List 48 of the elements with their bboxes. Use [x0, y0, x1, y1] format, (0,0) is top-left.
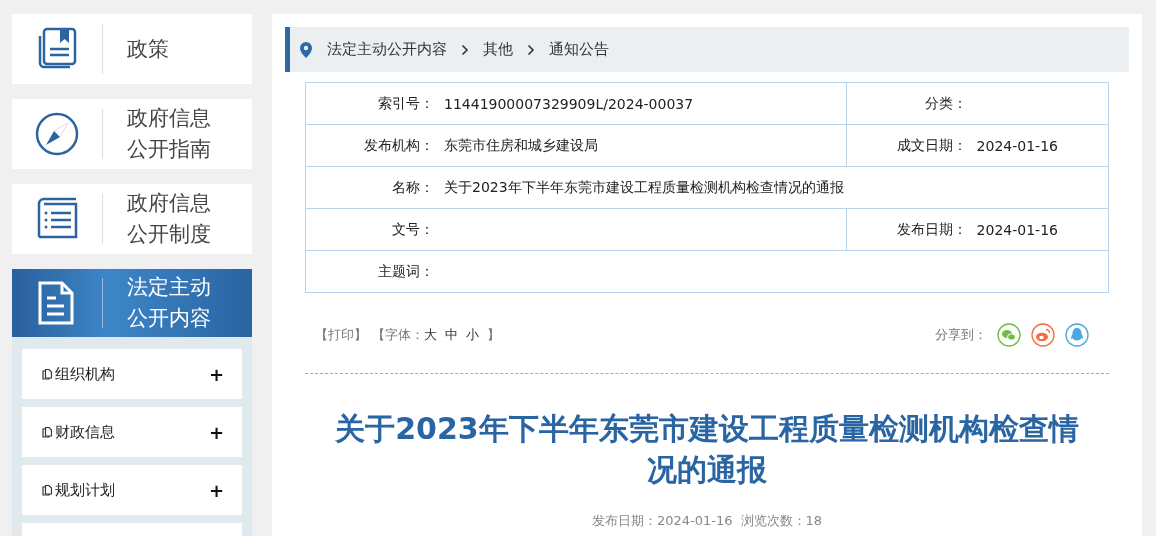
chevron-right-icon: [461, 43, 469, 56]
sidebar-nav-item[interactable]: 政府信息公开制度: [12, 184, 252, 254]
pages-icon: [42, 484, 52, 496]
submenu-item[interactable]: 财政信息 +: [22, 407, 242, 457]
field-label: 主题词：: [305, 250, 444, 293]
field-value: 2024-01-16: [976, 208, 1109, 251]
view-count: 浏览次数：18: [740, 512, 823, 530]
breadcrumb-link[interactable]: 其他: [483, 40, 513, 59]
weibo-share-icon[interactable]: [1031, 323, 1055, 347]
font-size-link[interactable]: 中: [445, 326, 458, 344]
chevron-right-icon: [527, 43, 535, 56]
field-value: 11441900007329909L/2024-00037: [444, 82, 847, 125]
sidebar-nav-item[interactable]: 政府信息公开指南: [12, 99, 252, 169]
breadcrumb-link[interactable]: 通知公告: [549, 40, 609, 59]
submenu-label: 财政信息: [55, 422, 116, 442]
sidebar-nav-item[interactable]: 政策: [12, 14, 252, 84]
font-size-link[interactable]: 小: [466, 326, 479, 344]
field-value: 东莞市住房和城乡建设局: [444, 124, 847, 167]
pages-icon: [42, 426, 52, 438]
field-label: 分类：: [846, 82, 977, 125]
sidebar-nav-item[interactable]: 法定主动公开内容: [12, 269, 252, 337]
field-label: 名称：: [305, 166, 444, 209]
list-icon: [35, 197, 79, 241]
expand-toggle[interactable]: +: [208, 479, 224, 501]
share-label: 分享到：: [935, 326, 987, 344]
bracket-text: 】: [487, 326, 500, 344]
submenu-label: 组织机构: [55, 364, 116, 384]
field-label: 发布机构：: [305, 124, 444, 167]
field-value: 关于2023年下半年东莞市建设工程质量检测机构检查情况的通报: [444, 166, 1109, 209]
pages-icon: [42, 368, 52, 380]
field-label: 文号：: [305, 208, 444, 251]
qq-share-icon[interactable]: [1065, 323, 1089, 347]
wechat-share-icon[interactable]: [997, 323, 1021, 347]
expand-toggle[interactable]: +: [208, 421, 224, 443]
submenu-item[interactable]: 规划计划 +: [22, 465, 242, 515]
compass-icon: [35, 112, 79, 156]
article-title: 关于2023年下半年东莞市建设工程质量检测机构检查情况的通报: [334, 410, 1080, 489]
submenu-item[interactable]: 组织机构 +: [22, 349, 242, 399]
font-size-link[interactable]: 大: [424, 326, 437, 344]
field-label: 索引号：: [305, 82, 444, 125]
publish-date: 发布日期：2024-01-16: [591, 512, 733, 530]
font-size-label: 【字体：: [372, 326, 424, 344]
print-link[interactable]: 【打印】: [315, 326, 367, 344]
submenu-label: 规划计划: [55, 480, 116, 500]
breadcrumb-link[interactable]: 法定主动公开内容: [327, 40, 447, 59]
expand-toggle[interactable]: +: [208, 363, 224, 385]
field-value: 2024-01-16: [976, 124, 1109, 167]
location-pin-icon: [300, 41, 312, 58]
